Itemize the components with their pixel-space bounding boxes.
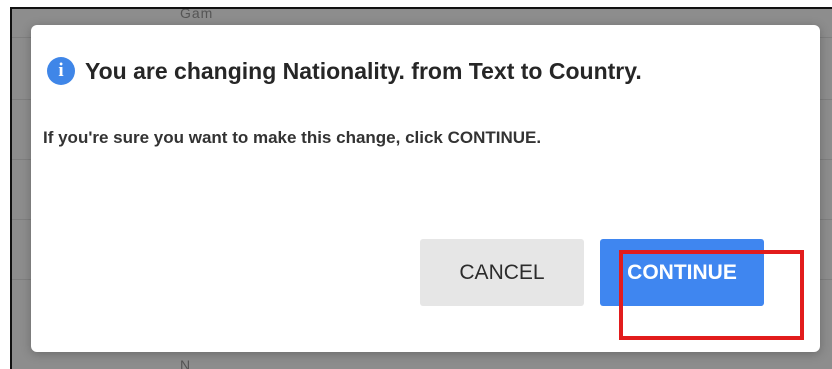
dialog-title: You are changing Nationality. from Text … <box>85 57 642 84</box>
background-row-label: N <box>180 357 192 369</box>
cancel-button[interactable]: CANCEL <box>420 239 584 306</box>
continue-button[interactable]: CONTINUE <box>600 239 764 306</box>
dialog-message: If you're sure you want to make this cha… <box>43 128 542 147</box>
background-row-label: Gam <box>180 7 214 21</box>
info-icon: i <box>47 57 75 85</box>
dialog-title-row: i You are changing Nationality. from Tex… <box>47 57 642 85</box>
